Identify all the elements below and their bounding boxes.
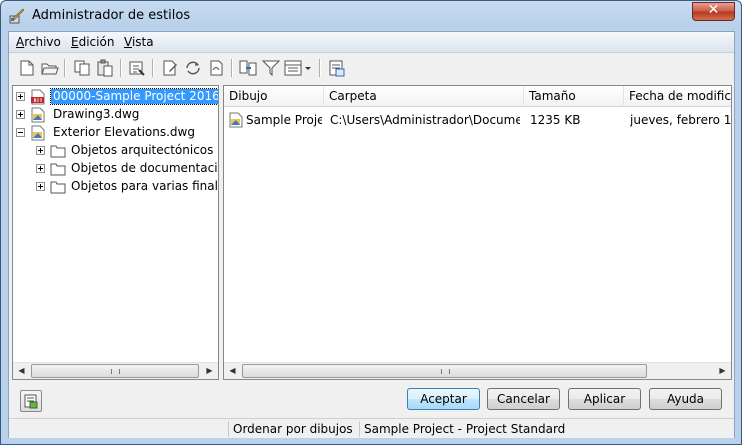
- column-header-dibujo[interactable]: Dibujo: [224, 86, 324, 107]
- drawing-list-pane[interactable]: Dibujo Carpeta Tamaño Fecha de modificac…: [223, 85, 732, 380]
- dwg-file-icon: [31, 125, 45, 141]
- scroll-right-arrow-icon[interactable]: ▶: [714, 363, 731, 379]
- style-manager-app-icon: [9, 8, 25, 24]
- tree-item-label: Exterior Elevations.dwg: [53, 125, 195, 139]
- tree-item-objetos-varias-finalidades[interactable]: Objetos para varias finalidades: [36, 178, 218, 196]
- tree-item-drawing3[interactable]: Drawing3.dwg: [16, 106, 216, 124]
- style-info-icon[interactable]: [327, 58, 347, 78]
- new-icon[interactable]: [17, 58, 37, 78]
- compare-icon[interactable]: [238, 58, 258, 78]
- cell-tamano: 1235 KB: [530, 113, 581, 127]
- menu-bar: Archivo Edición Vista: [9, 32, 734, 53]
- toolbar-separator: [64, 59, 66, 77]
- tree-item-label: Objetos de documentación: [71, 161, 219, 175]
- expand-toggle[interactable]: [16, 110, 25, 119]
- cell-fecha: jueves, febrero 11, 2016: [630, 113, 732, 127]
- open-icon[interactable]: [40, 58, 60, 78]
- toolbar-separator: [152, 59, 154, 77]
- status-project: Sample Project - Project Standard: [359, 421, 734, 437]
- scroll-left-arrow-icon[interactable]: ◀: [224, 363, 241, 379]
- title-bar[interactable]: Administrador de estilos ✕: [1, 1, 741, 31]
- expand-toggle[interactable]: [36, 146, 45, 155]
- tree-horizontal-scrollbar[interactable]: ◀ ▶: [13, 362, 218, 379]
- toolbar-separator: [231, 59, 233, 77]
- menu-vista[interactable]: Vista: [124, 35, 154, 49]
- adp-file-icon: [31, 89, 45, 105]
- scrollbar-thumb[interactable]: [242, 364, 647, 378]
- edit-style-icon[interactable]: [160, 58, 180, 78]
- viewer-icon: [24, 394, 38, 409]
- menu-edicion[interactable]: Edición: [71, 35, 114, 49]
- menu-archivo[interactable]: Archivo: [16, 35, 61, 49]
- tree-item-objetos-arquitectonicos[interactable]: Objetos arquitectónicos: [36, 142, 218, 160]
- sync-icon[interactable]: [183, 58, 203, 78]
- expand-toggle[interactable]: [16, 92, 25, 101]
- tree-item-label: Objetos para varias finalidades: [71, 179, 218, 193]
- filter-icon[interactable]: [261, 58, 281, 78]
- column-header-fecha[interactable]: Fecha de modificación: [624, 86, 731, 107]
- client-area: Archivo Edición Vista 00000-Sample Proje…: [8, 31, 735, 438]
- cell-carpeta: C:\Users\Administrador\Documents\...: [330, 113, 520, 127]
- tree-item-label: 00000-Sample Project 2016: [50, 88, 218, 105]
- view-options-icon[interactable]: [283, 58, 315, 78]
- paste-icon[interactable]: [95, 58, 115, 78]
- expand-toggle[interactable]: [36, 164, 45, 173]
- toolbar: [9, 53, 734, 81]
- scroll-left-arrow-icon[interactable]: ◀: [13, 363, 30, 379]
- toggle-viewer-button[interactable]: [20, 390, 42, 412]
- cancelar-button[interactable]: Cancelar: [487, 388, 560, 410]
- folder-icon: [50, 163, 66, 176]
- tree-item-sample-project[interactable]: 00000-Sample Project 2016: [16, 88, 218, 106]
- aplicar-button[interactable]: Aplicar: [568, 388, 641, 410]
- update-icon[interactable]: [206, 58, 226, 78]
- status-sort-mode: Ordenar por dibujos: [228, 421, 358, 437]
- tree-item-label: Objetos arquitectónicos: [71, 143, 214, 157]
- column-header-tamano[interactable]: Tamaño: [524, 86, 624, 107]
- toolbar-separator: [319, 59, 321, 77]
- ayuda-button[interactable]: Ayuda: [649, 388, 722, 410]
- scroll-right-arrow-icon[interactable]: ▶: [201, 363, 218, 379]
- close-icon: ✕: [707, 2, 720, 18]
- folder-icon: [50, 145, 66, 158]
- aceptar-button[interactable]: Aceptar: [407, 388, 480, 410]
- copy-icon[interactable]: [72, 58, 92, 78]
- collapse-toggle[interactable]: [16, 128, 25, 137]
- scrollbar-thumb[interactable]: [31, 364, 199, 378]
- toolbar-separator: [120, 59, 122, 77]
- close-button[interactable]: ✕: [692, 2, 735, 21]
- dwg-file-icon: [31, 107, 45, 123]
- tree-item-exterior-elevations[interactable]: Exterior Elevations.dwg: [16, 124, 216, 142]
- tree-item-label: Drawing3.dwg: [53, 107, 140, 121]
- cell-dibujo: Sample Project...: [246, 113, 322, 127]
- expand-toggle[interactable]: [36, 182, 45, 191]
- list-horizontal-scrollbar[interactable]: ◀ ▶: [224, 362, 731, 379]
- purge-icon[interactable]: [127, 58, 147, 78]
- tree-pane[interactable]: 00000-Sample Project 2016 Drawing3.dwg E…: [12, 85, 219, 380]
- tree-item-objetos-documentacion[interactable]: Objetos de documentación: [36, 160, 219, 178]
- dwg-file-icon: [229, 112, 243, 128]
- status-bar: Ordenar por dibujos Sample Project - Pro…: [9, 418, 734, 438]
- folder-icon: [50, 181, 66, 194]
- style-manager-window: Administrador de estilos ✕ Archivo Edici…: [0, 0, 742, 445]
- window-title: Administrador de estilos: [32, 8, 191, 23]
- column-header-carpeta[interactable]: Carpeta: [324, 86, 524, 107]
